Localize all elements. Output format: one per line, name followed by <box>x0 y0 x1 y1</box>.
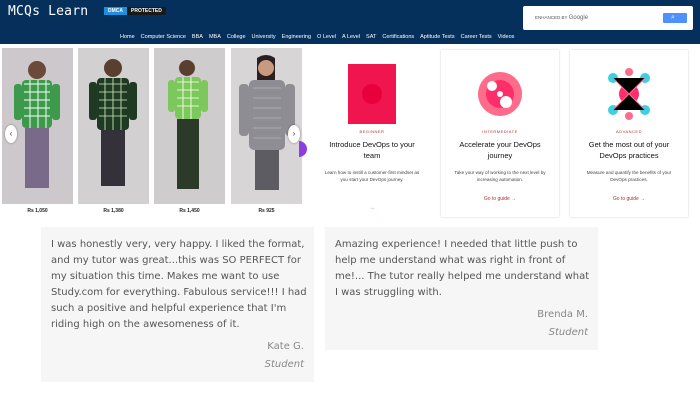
card-title: Accelerate your DevOps journey <box>459 140 541 160</box>
search-button[interactable]: ⌕ <box>663 13 687 23</box>
card-level: INTERMEDIATE <box>482 129 518 134</box>
card-title: Introduce DevOps to your team <box>329 140 415 160</box>
product-price: Rs 1,380 <box>103 208 124 214</box>
card-description: Measure and quantify the benefits of you… <box>586 170 672 182</box>
testimonial-author: Kate G. <box>267 341 304 352</box>
dmca-badge[interactable]: DMCA PROTECTED <box>104 7 166 15</box>
card-description: Take your way of working to the next lev… <box>454 170 546 182</box>
product-price: Rs 925 <box>258 208 275 214</box>
search-box: ENHANCED BY Google ⌕ <box>523 6 693 30</box>
nav-item-a-level[interactable]: A Level <box>342 33 360 41</box>
product-image[interactable] <box>154 48 225 204</box>
testimonial-card: Amazing experience! I needed that little… <box>325 227 598 350</box>
main-nav: Home Computer Science BBA MBA College Un… <box>120 33 520 41</box>
product-price: Rs 1,450 <box>179 208 200 214</box>
product-image[interactable] <box>78 48 149 204</box>
card-description: Learn how to instill a customer-first mi… <box>324 170 420 182</box>
search-input[interactable]: ENHANCED BY Google <box>527 12 647 24</box>
dmca-label: DMCA <box>104 7 127 15</box>
search-brand: Google <box>568 15 589 21</box>
card-link[interactable]: → <box>313 205 431 211</box>
search-icon: ⌕ <box>671 14 675 21</box>
chevron-left-icon[interactable]: ‹ <box>5 125 17 143</box>
nav-item-computer-science[interactable]: Computer Science <box>141 33 186 41</box>
devops-card-intermediate[interactable]: INTERMEDIATE Accelerate your DevOps jour… <box>441 50 559 217</box>
product-carousel: Rs 1,050 Rs 1,380 Rs 1,450 Rs 925 ‹ › <box>0 46 307 226</box>
carousel-scroll-tab[interactable] <box>299 141 307 157</box>
advanced-illustration-icon <box>608 68 650 120</box>
nav-item-videos[interactable]: Videos <box>498 33 515 41</box>
devops-card-beginner[interactable]: BEGINNER Introduce DevOps to your team L… <box>313 50 431 217</box>
nav-item-home[interactable]: Home <box>120 33 135 41</box>
card-title: Get the most out of your DevOps practice… <box>588 140 670 160</box>
nav-item-mba[interactable]: MBA <box>209 33 221 41</box>
card-level: ADVANCED <box>616 129 642 134</box>
testimonial-card: I was honestly very, very happy. I liked… <box>41 227 314 382</box>
nav-item-engineering[interactable]: Engineering <box>282 33 311 41</box>
beginner-illustration-icon <box>348 64 396 124</box>
nav-item-o-level[interactable]: O Level <box>317 33 336 41</box>
site-logo[interactable]: MCQs Learn <box>8 4 88 19</box>
nav-item-sat[interactable]: SAT <box>366 33 376 41</box>
nav-item-bba[interactable]: BBA <box>192 33 203 41</box>
testimonial-quote: I was honestly very, very happy. I liked… <box>51 239 307 330</box>
testimonial-role: Student <box>264 359 304 370</box>
devops-card-advanced[interactable]: ADVANCED Get the most out of your DevOps… <box>570 50 688 217</box>
nav-item-aptitude-tests[interactable]: Aptitude Tests <box>420 33 454 41</box>
search-prefix: ENHANCED BY <box>535 15 568 20</box>
testimonial-author: Brenda M. <box>537 309 588 320</box>
intermediate-illustration-icon <box>478 72 522 116</box>
testimonial-role: Student <box>548 327 588 338</box>
card-level: BEGINNER <box>359 129 385 134</box>
nav-item-university[interactable]: University <box>252 33 276 41</box>
go-to-guide-link[interactable]: Go to guide → <box>441 196 559 202</box>
nav-item-certifications[interactable]: Certifications <box>382 33 414 41</box>
product-price: Rs 1,050 <box>27 208 48 214</box>
nav-item-career-tests[interactable]: Career Tests <box>461 33 492 41</box>
testimonial-quote: Amazing experience! I needed that little… <box>335 239 590 298</box>
go-to-guide-link[interactable]: Go to guide → <box>570 196 688 202</box>
site-header: MCQs Learn DMCA PROTECTED ENHANCED BY Go… <box>0 0 700 44</box>
dmca-status: PROTECTED <box>127 7 166 15</box>
nav-item-college[interactable]: College <box>227 33 246 41</box>
